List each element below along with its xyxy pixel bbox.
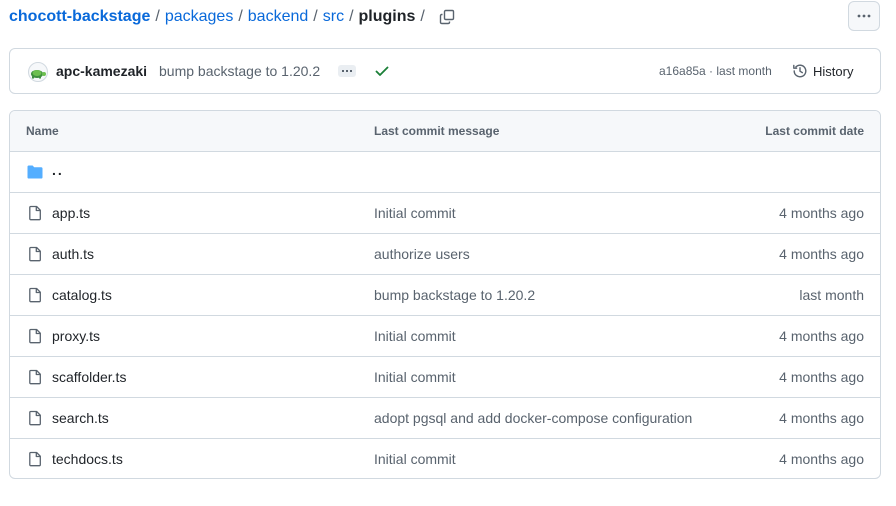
table-row[interactable]: proxy.ts Initial commit 4 months ago (10, 316, 880, 357)
file-icon (29, 246, 41, 262)
commit-time: last month (716, 64, 772, 78)
folder-icon (27, 165, 43, 179)
turtle-avatar-icon (31, 70, 46, 79)
table-row[interactable]: scaffolder.ts Initial commit 4 months ag… (10, 357, 880, 398)
column-header-message: Last commit message (374, 124, 500, 138)
breadcrumb-separator: / (420, 8, 425, 25)
file-name-link[interactable]: auth.ts (52, 246, 94, 262)
file-name-link[interactable]: search.ts (52, 410, 109, 426)
copy-path-button[interactable] (436, 6, 458, 28)
table-row[interactable]: auth.ts authorize users 4 months ago (10, 234, 880, 275)
breadcrumb: chocott-backstage / packages / backend /… (9, 6, 430, 28)
table-row[interactable]: techdocs.ts Initial commit 4 months ago (10, 439, 880, 478)
file-icon (29, 369, 41, 385)
file-commit-date: 4 months ago (779, 410, 864, 426)
expand-commit-message-button[interactable] (338, 65, 356, 77)
breadcrumb-separator: / (313, 8, 318, 25)
breadcrumb-current: plugins (358, 8, 416, 25)
file-commit-date: 4 months ago (779, 328, 864, 344)
commit-message-link[interactable]: bump backstage to 1.20.2 (159, 63, 320, 79)
table-row[interactable]: app.ts Initial commit 4 months ago (10, 193, 880, 234)
check-icon[interactable] (374, 63, 390, 79)
commit-meta-separator: · (705, 64, 717, 78)
column-header-date: Last commit date (765, 124, 864, 138)
history-button[interactable]: History (792, 60, 853, 82)
file-commit-date: 4 months ago (779, 205, 864, 221)
breadcrumb-packages-link[interactable]: packages (165, 8, 234, 26)
top-bar: chocott-backstage / packages / backend /… (0, 0, 896, 34)
parent-directory-link[interactable]: .. (52, 162, 64, 178)
breadcrumb-repo-link[interactable]: chocott-backstage (9, 8, 150, 26)
file-icon (29, 328, 41, 344)
avatar[interactable] (28, 62, 48, 82)
file-commit-date: 4 months ago (779, 246, 864, 262)
breadcrumb-backend-link[interactable]: backend (248, 8, 309, 26)
file-icon (29, 287, 41, 303)
file-commit-message-link[interactable]: Initial commit (374, 205, 456, 221)
file-commit-message-link[interactable]: authorize users (374, 246, 470, 262)
file-commit-date: 4 months ago (779, 451, 864, 467)
file-icon (29, 205, 41, 221)
breadcrumb-separator: / (349, 8, 354, 25)
file-commit-date: last month (799, 287, 864, 303)
more-options-button[interactable] (848, 1, 880, 31)
file-name-link[interactable]: catalog.ts (52, 287, 112, 303)
table-row[interactable]: search.ts adopt pgsql and add docker-com… (10, 398, 880, 439)
file-commit-message-link[interactable]: adopt pgsql and add docker-compose confi… (374, 410, 692, 426)
file-commit-message-link[interactable]: Initial commit (374, 328, 456, 344)
file-name-link[interactable]: techdocs.ts (52, 451, 123, 467)
file-commit-date: 4 months ago (779, 369, 864, 385)
file-icon (29, 410, 41, 426)
kebab-horizontal-icon (857, 14, 871, 18)
file-name-link[interactable]: proxy.ts (52, 328, 100, 344)
breadcrumb-separator: / (155, 8, 160, 25)
commit-meta: a16a85a · last month (659, 64, 772, 78)
column-header-name: Name (26, 124, 59, 138)
file-table: Name Last commit message Last commit dat… (9, 110, 881, 479)
commit-author-link[interactable]: apc-kamezaki (56, 63, 147, 79)
history-icon (793, 64, 807, 78)
breadcrumb-separator: / (238, 8, 243, 25)
file-commit-message-link[interactable]: Initial commit (374, 451, 456, 467)
table-header: Name Last commit message Last commit dat… (10, 111, 880, 152)
history-label: History (813, 63, 854, 79)
file-name-link[interactable]: app.ts (52, 205, 90, 221)
file-commit-message-link[interactable]: Initial commit (374, 369, 456, 385)
file-commit-message-link[interactable]: bump backstage to 1.20.2 (374, 287, 535, 303)
copy-icon (439, 9, 455, 25)
file-name-link[interactable]: scaffolder.ts (52, 369, 126, 385)
ellipsis-icon (342, 70, 352, 72)
parent-directory-row[interactable]: .. (10, 152, 880, 193)
file-icon (29, 451, 41, 467)
breadcrumb-src-link[interactable]: src (323, 8, 344, 26)
commit-sha-link[interactable]: a16a85a (659, 64, 706, 78)
latest-commit-box: apc-kamezaki bump backstage to 1.20.2 a1… (9, 48, 881, 94)
table-row[interactable]: catalog.ts bump backstage to 1.20.2 last… (10, 275, 880, 316)
